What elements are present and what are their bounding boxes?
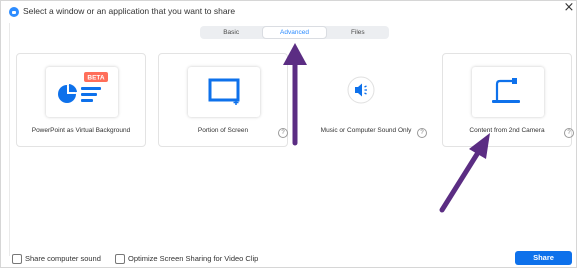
help-icon[interactable]: ? (278, 128, 288, 138)
option-thumbnail (188, 67, 260, 117)
share-tabs: Basic Advanced Files (200, 26, 389, 39)
document-camera-icon (492, 78, 520, 103)
tab-basic[interactable]: Basic (200, 26, 262, 39)
screen-portion-icon (208, 78, 240, 105)
title-bar: Select a window or an application that y… (1, 1, 576, 23)
close-icon[interactable]: × (563, 1, 575, 14)
divider (9, 23, 10, 256)
share-option-second-camera[interactable]: Content from 2nd Camera ? (442, 53, 574, 147)
option-label: PowerPoint as Virtual Background (31, 127, 131, 134)
option-thumbnail: BETA (46, 67, 118, 117)
share-option-portion-of-screen[interactable]: Portion of Screen ? (158, 53, 288, 147)
tab-advanced[interactable]: Advanced (262, 26, 327, 39)
option-label: Content from 2nd Camera (469, 127, 545, 134)
speaker-icon (347, 76, 375, 104)
share-sound-checkbox[interactable] (12, 254, 22, 264)
option-thumbnail (472, 67, 544, 117)
option-label: Music or Computer Sound Only (320, 127, 412, 134)
optimize-video-label: Optimize Screen Sharing for Video Clip (128, 254, 259, 263)
tab-files[interactable]: Files (327, 26, 389, 39)
help-icon[interactable]: ? (564, 128, 574, 138)
option-label: Portion of Screen (197, 127, 249, 134)
share-screen-dialog: Select a window or an application that y… (0, 0, 577, 268)
zoom-logo-icon (9, 7, 19, 17)
share-sound-label: Share computer sound (25, 254, 101, 263)
optimize-video-checkbox[interactable] (115, 254, 125, 264)
share-option-computer-sound[interactable]: Music or Computer Sound Only ? (301, 53, 431, 147)
share-button[interactable]: Share (515, 251, 572, 265)
powerpoint-virtual-background-icon: BETA (58, 72, 108, 103)
share-option-powerpoint-background[interactable]: BETA PowerPoint as Virtual Background (16, 53, 146, 147)
window-title: Select a window or an application that y… (23, 6, 236, 16)
help-icon[interactable]: ? (417, 128, 427, 138)
beta-badge: BETA (87, 75, 105, 82)
